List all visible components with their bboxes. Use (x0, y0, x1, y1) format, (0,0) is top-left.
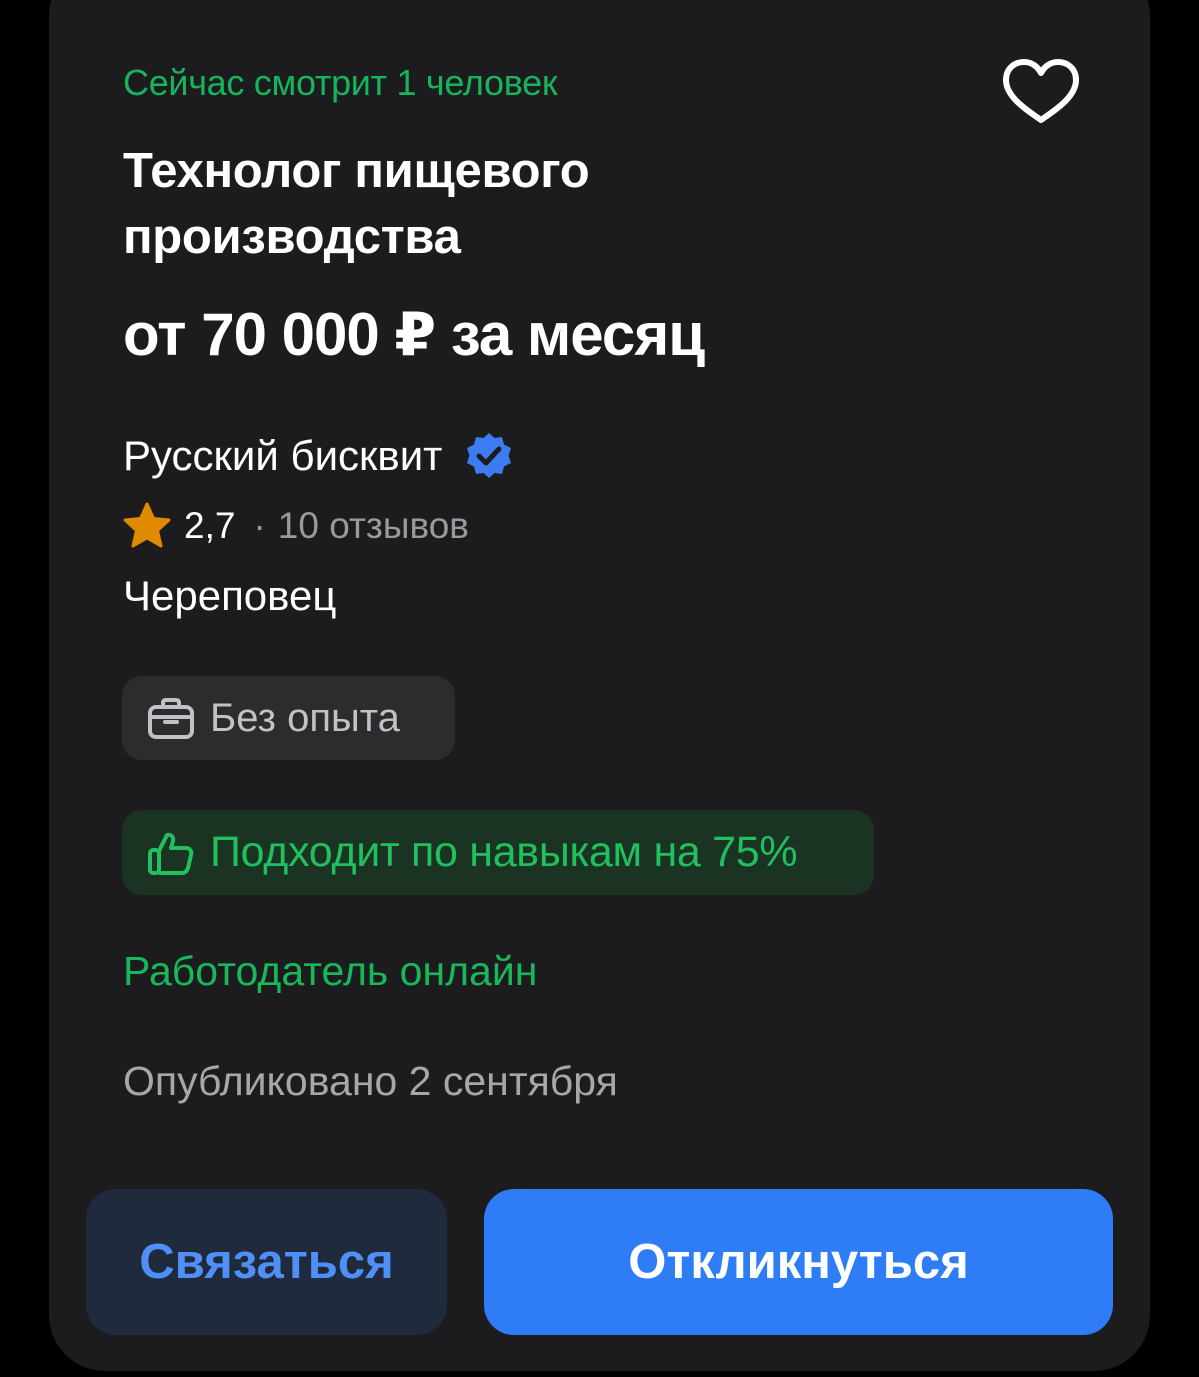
salary: от 70 000 ₽ за месяц (123, 301, 705, 368)
employer-online-status: Работодатель онлайн (123, 948, 538, 994)
skills-match-label: Подходит по навыкам на 75% (210, 828, 798, 876)
rating-value: 2,7 (184, 505, 236, 546)
star-icon (123, 502, 171, 548)
skills-match-chip[interactable]: Подходит по навыкам на 75% (122, 810, 874, 895)
respond-button[interactable]: Откликнуться (484, 1189, 1113, 1335)
contact-button[interactable]: Связаться (86, 1189, 447, 1335)
published-date: Опубликовано 2 сентября (123, 1058, 618, 1104)
heart-outline-icon (1003, 59, 1079, 123)
rating-row[interactable]: 2,7 · 10 отзывов (122, 500, 469, 552)
briefcase-icon (148, 698, 194, 739)
experience-chip: Без опыта (122, 676, 455, 760)
company-name[interactable]: Русский бисквит (123, 432, 442, 480)
company-row[interactable]: Русский бисквит (123, 430, 514, 482)
city: Череповец (123, 572, 337, 619)
reviews-count[interactable]: 10 отзывов (278, 505, 469, 547)
verified-badge-icon (467, 433, 512, 478)
rating-separator: · (253, 505, 266, 546)
experience-label: Без опыта (210, 695, 400, 740)
vacancy-title: Технолог пищевого производства (123, 144, 590, 264)
viewers-count: Сейчас смотрит 1 человек (123, 62, 558, 103)
favorite-button[interactable] (1000, 56, 1082, 128)
thumbs-up-icon (148, 832, 194, 875)
